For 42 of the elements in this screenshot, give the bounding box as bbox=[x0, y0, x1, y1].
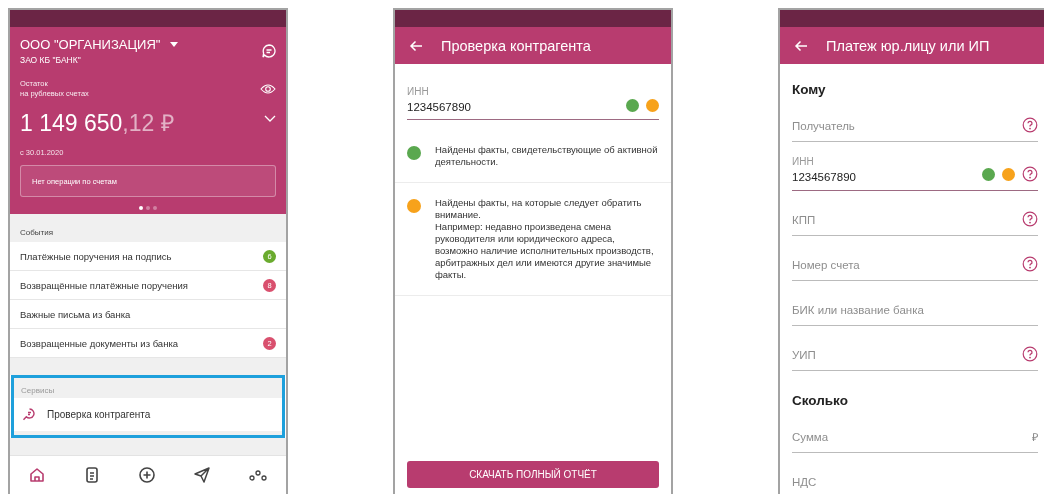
input-field[interactable]: БИК или название банка bbox=[792, 281, 1038, 326]
pager-dot[interactable] bbox=[139, 206, 143, 210]
pager-dot[interactable] bbox=[146, 206, 150, 210]
bank-name: ЗАО КБ "БАНК" bbox=[20, 55, 82, 65]
chat-icon[interactable] bbox=[262, 44, 276, 58]
paper-plane-icon[interactable] bbox=[192, 466, 211, 484]
input-field[interactable]: КПП bbox=[792, 191, 1038, 236]
section-header: Сервисы bbox=[14, 378, 282, 398]
help-icon[interactable] bbox=[1022, 117, 1038, 133]
back-arrow-icon[interactable] bbox=[794, 39, 808, 52]
section-title: Сколько bbox=[791, 392, 849, 408]
screen-title: Проверка контрагента bbox=[441, 37, 591, 54]
input-field[interactable]: ИНН 1234567890 bbox=[792, 142, 1038, 191]
finding-text: Найдены факты, свидетельствующие об активной деятельности. bbox=[435, 144, 659, 168]
search-bubble-icon bbox=[22, 408, 35, 421]
help-icon[interactable] bbox=[1022, 211, 1038, 227]
input-field[interactable]: Номер счета bbox=[792, 236, 1038, 281]
help-icon[interactable] bbox=[1022, 346, 1038, 362]
input-field[interactable]: Сумма ₽ bbox=[792, 408, 1038, 453]
input-field[interactable]: Получатель bbox=[792, 97, 1038, 142]
eye-icon[interactable] bbox=[260, 83, 276, 95]
pager-dot[interactable] bbox=[153, 206, 157, 210]
section-header: События bbox=[10, 214, 286, 242]
help-icon[interactable] bbox=[1022, 166, 1038, 182]
caret-icon[interactable] bbox=[170, 42, 179, 47]
balance-fraction: ,12 ₽ bbox=[122, 110, 174, 136]
balance-amount: 1 149 650 bbox=[20, 110, 123, 136]
input-field[interactable]: НДС bbox=[792, 453, 1038, 494]
download-report-button[interactable]: СКАЧАТЬ ПОЛНЫЙ ОТЧЁТ bbox=[407, 461, 659, 488]
currency-sign: ₽ bbox=[1032, 430, 1038, 444]
section-title: Кому bbox=[791, 81, 827, 97]
chevron-down-icon[interactable] bbox=[264, 115, 276, 122]
back-arrow-icon[interactable] bbox=[409, 39, 423, 52]
home-icon[interactable] bbox=[28, 466, 47, 484]
input-field[interactable]: ИНН 1234567890 bbox=[407, 64, 659, 120]
organization-name[interactable]: ООО "ОРГАНИЗАЦИЯ" bbox=[20, 37, 161, 52]
event-item[interactable]: Важные письма из банка bbox=[10, 300, 286, 329]
finding-text: Найдены факты, на которые следует обратить внимание. Например: недавно произведена смена руководителя или юридического адреса, возможно наличие исполнительных производств, арбитражных дел или имеются другие значимые факты. bbox=[435, 197, 655, 281]
help-icon[interactable] bbox=[1022, 256, 1038, 272]
input-field[interactable]: УИП bbox=[792, 326, 1038, 371]
screen-title: Платеж юр.лицу или ИП bbox=[826, 37, 990, 54]
plus-circle-icon[interactable] bbox=[138, 466, 156, 484]
